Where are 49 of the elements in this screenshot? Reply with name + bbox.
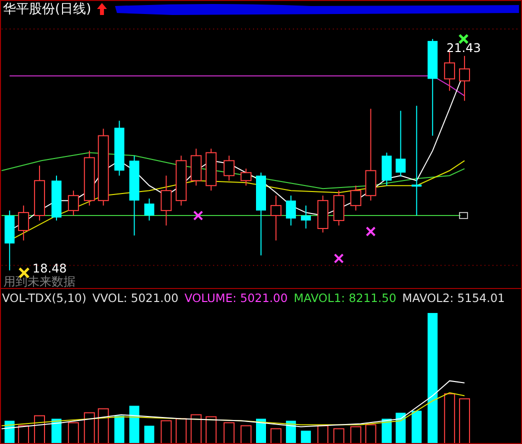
indicator-value: VVOL: 5021.00 (92, 291, 178, 306)
candlestick (160, 175, 172, 226)
candlestick (84, 150, 95, 206)
candlestick (396, 110, 406, 178)
candlestick (114, 120, 124, 176)
candlestick (224, 155, 235, 182)
volume-bar (4, 421, 15, 443)
candlestick (206, 148, 217, 192)
indicator-value: MAVOL2: 5154.01 (402, 291, 505, 306)
candlestick (34, 165, 45, 222)
cross-marker-icon (458, 34, 469, 44)
candlestick (270, 195, 282, 241)
volume-bar (382, 419, 392, 443)
notice-text: 用到未来数据 (4, 274, 76, 288)
volume-bar (412, 411, 422, 443)
volume-bar (144, 426, 154, 443)
high-price-label: 21.43 (446, 40, 481, 55)
chart-title: 华平股份(日线) (3, 1, 92, 18)
cross-marker-icon (366, 226, 376, 236)
candlestick (286, 195, 296, 226)
candlestick (176, 155, 187, 206)
low-price-label: 18.48 (32, 261, 67, 276)
candlestick (350, 185, 362, 212)
candlestick (317, 195, 328, 233)
candlestick (4, 210, 15, 271)
volume-bar (114, 416, 124, 443)
volume-bar (396, 413, 406, 443)
volume-bar (51, 419, 62, 443)
candlestick (240, 168, 252, 186)
indicator-name: VOL-TDX(5,10) (2, 291, 86, 306)
candlestick (382, 152, 392, 186)
volume-bar (256, 419, 266, 443)
cross-marker-icon (193, 210, 204, 221)
indicator-value: VOLUME: 5021.00 (184, 291, 288, 306)
candlestick (18, 205, 30, 241)
volume-bar (300, 431, 311, 443)
candlestick (459, 55, 470, 102)
volume-bar (286, 421, 296, 443)
candlestick (300, 205, 311, 229)
candlestick (68, 190, 79, 216)
square-marker-icon (459, 212, 468, 220)
candlestick (333, 190, 344, 226)
candlestick (190, 148, 202, 186)
indicator-value: MAVOL1: 8211.50 (294, 291, 396, 306)
candlestick (52, 175, 62, 222)
up-arrow-icon (97, 3, 108, 15)
volume-bar (129, 406, 140, 443)
candlestick (144, 198, 154, 222)
cross-marker-icon (334, 253, 344, 264)
